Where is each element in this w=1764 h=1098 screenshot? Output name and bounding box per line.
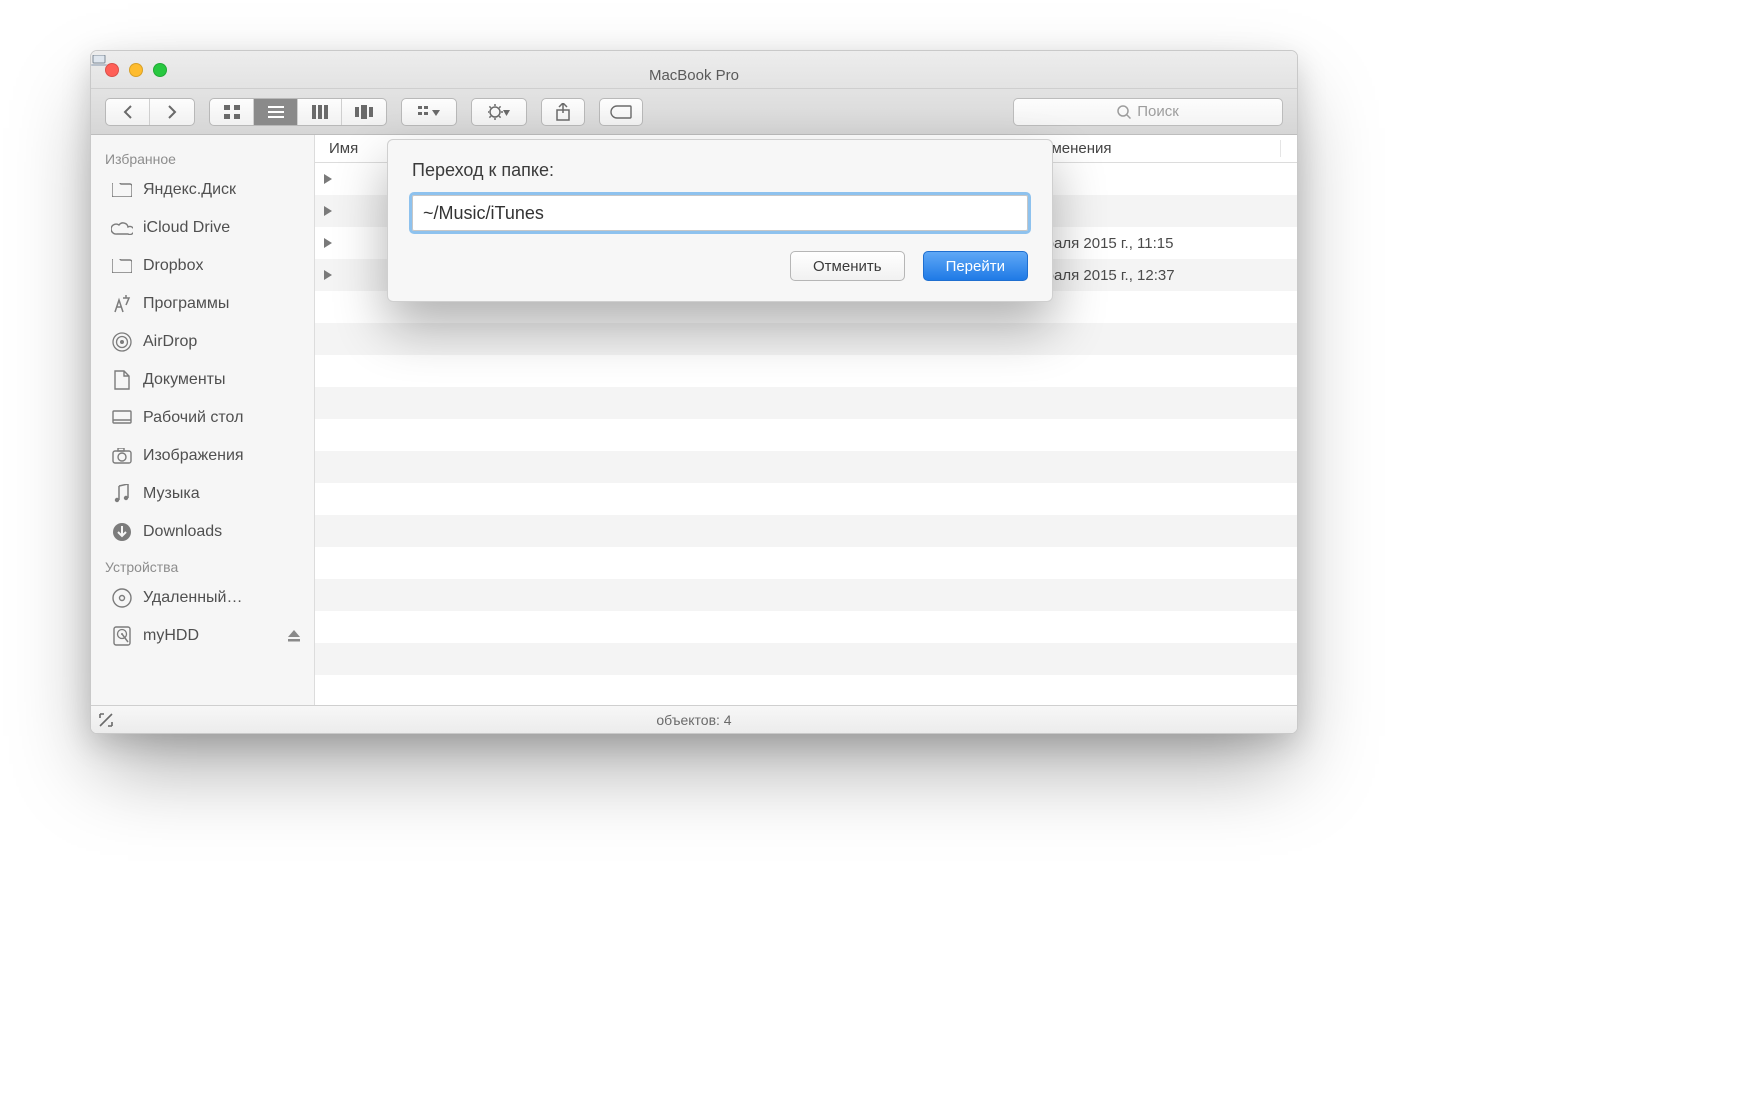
folder-icon [111, 179, 133, 201]
empty-row [315, 515, 1297, 547]
statusbar-text: объектов: 4 [656, 712, 731, 728]
empty-row [315, 611, 1297, 643]
sidebar-item-label: Яндекс.Диск [143, 181, 236, 199]
sidebar-item-label: Музыка [143, 485, 200, 503]
go-button-label: Перейти [946, 258, 1005, 275]
sidebar-item-airdrop[interactable]: AirDrop [91, 323, 314, 361]
airdrop-icon [111, 331, 133, 353]
view-list-button[interactable] [254, 99, 298, 125]
dialog-actions: Отменить Перейти [412, 251, 1028, 281]
sidebar-device-remote[interactable]: Удаленный… [91, 579, 314, 617]
empty-row [315, 547, 1297, 579]
music-icon [111, 483, 133, 505]
action-menu-button[interactable] [471, 98, 527, 126]
view-icons-button[interactable] [210, 99, 254, 125]
arrange-menu-button[interactable] [401, 98, 457, 126]
sidebar-item-label: Downloads [143, 523, 222, 541]
sidebar-item-icloud[interactable]: iCloud Drive [91, 209, 314, 247]
tags-button[interactable] [599, 98, 643, 126]
disc-icon [111, 587, 133, 609]
disclosure-triangle-icon[interactable] [315, 270, 341, 280]
sidebar-item-music[interactable]: Музыка [91, 475, 314, 513]
empty-row [315, 483, 1297, 515]
empty-row [315, 419, 1297, 451]
downloads-icon [111, 521, 133, 543]
finder-window: MacBook Pro [90, 50, 1298, 734]
sidebar-item-documents[interactable]: Документы [91, 361, 314, 399]
eject-icon[interactable] [288, 630, 300, 642]
empty-row [315, 323, 1297, 355]
sidebar-favorites-label: Избранное [91, 143, 314, 171]
sidebar-item-label: Dropbox [143, 257, 203, 275]
document-icon [111, 369, 133, 391]
desktop-icon [111, 407, 133, 429]
empty-row [315, 355, 1297, 387]
empty-row [315, 643, 1297, 675]
disclosure-triangle-icon[interactable] [315, 174, 341, 184]
sidebar-item-desktop[interactable]: Рабочий стол [91, 399, 314, 437]
go-to-folder-input[interactable] [412, 195, 1028, 231]
disclosure-triangle-icon[interactable] [315, 206, 341, 216]
hdd-icon [111, 625, 133, 647]
path-button-icon[interactable] [99, 713, 113, 727]
cloud-icon [111, 217, 133, 239]
sidebar-item-pictures[interactable]: Изображения [91, 437, 314, 475]
view-columns-button[interactable] [298, 99, 342, 125]
nav-back-forward [105, 98, 195, 126]
window-body: Избранное Яндекс.Диск iCloud Drive Dropb… [91, 135, 1297, 705]
nav-forward-button[interactable] [150, 99, 194, 125]
sidebar: Избранное Яндекс.Диск iCloud Drive Dropb… [91, 135, 315, 705]
search-placeholder: Поиск [1137, 103, 1179, 120]
search-icon [1117, 105, 1131, 119]
view-coverflow-button[interactable] [342, 99, 386, 125]
camera-icon [111, 445, 133, 467]
cancel-button[interactable]: Отменить [790, 251, 905, 281]
sidebar-item-apps[interactable]: Программы [91, 285, 314, 323]
view-mode-segment [209, 98, 387, 126]
sidebar-devices-label: Устройства [91, 551, 314, 579]
empty-row [315, 387, 1297, 419]
sidebar-item-label: Удаленный… [143, 589, 243, 607]
applications-icon [111, 293, 133, 315]
sidebar-item-label: iCloud Drive [143, 219, 230, 237]
nav-back-button[interactable] [106, 99, 150, 125]
titlebar: MacBook Pro [91, 51, 1297, 89]
laptop-icon [91, 55, 107, 67]
sidebar-item-label: myHDD [143, 627, 199, 645]
window-title-text: MacBook Pro [649, 67, 739, 84]
sidebar-item-label: Документы [143, 371, 225, 389]
toolbar: Поиск [91, 89, 1297, 135]
share-button[interactable] [541, 98, 585, 126]
window-title: MacBook Pro [91, 55, 1297, 84]
empty-row [315, 675, 1297, 705]
folder-icon [111, 255, 133, 277]
cancel-button-label: Отменить [813, 258, 882, 275]
sidebar-device-myhdd[interactable]: myHDD [91, 617, 314, 655]
empty-row [315, 451, 1297, 483]
sidebar-item-yandex-disk[interactable]: Яндекс.Диск [91, 171, 314, 209]
empty-row [315, 579, 1297, 611]
disclosure-triangle-icon[interactable] [315, 238, 341, 248]
go-button[interactable]: Перейти [923, 251, 1028, 281]
statusbar: объектов: 4 [91, 705, 1297, 733]
sidebar-item-label: AirDrop [143, 333, 197, 351]
sidebar-item-dropbox[interactable]: Dropbox [91, 247, 314, 285]
sidebar-item-label: Изображения [143, 447, 244, 465]
toolbar-search[interactable]: Поиск [1013, 98, 1283, 126]
go-to-folder-dialog: Переход к папке: Отменить Перейти [387, 139, 1053, 302]
sidebar-item-downloads[interactable]: Downloads [91, 513, 314, 551]
dialog-label: Переход к папке: [412, 160, 1028, 181]
sidebar-item-label: Рабочий стол [143, 409, 243, 427]
sidebar-item-label: Программы [143, 295, 229, 313]
